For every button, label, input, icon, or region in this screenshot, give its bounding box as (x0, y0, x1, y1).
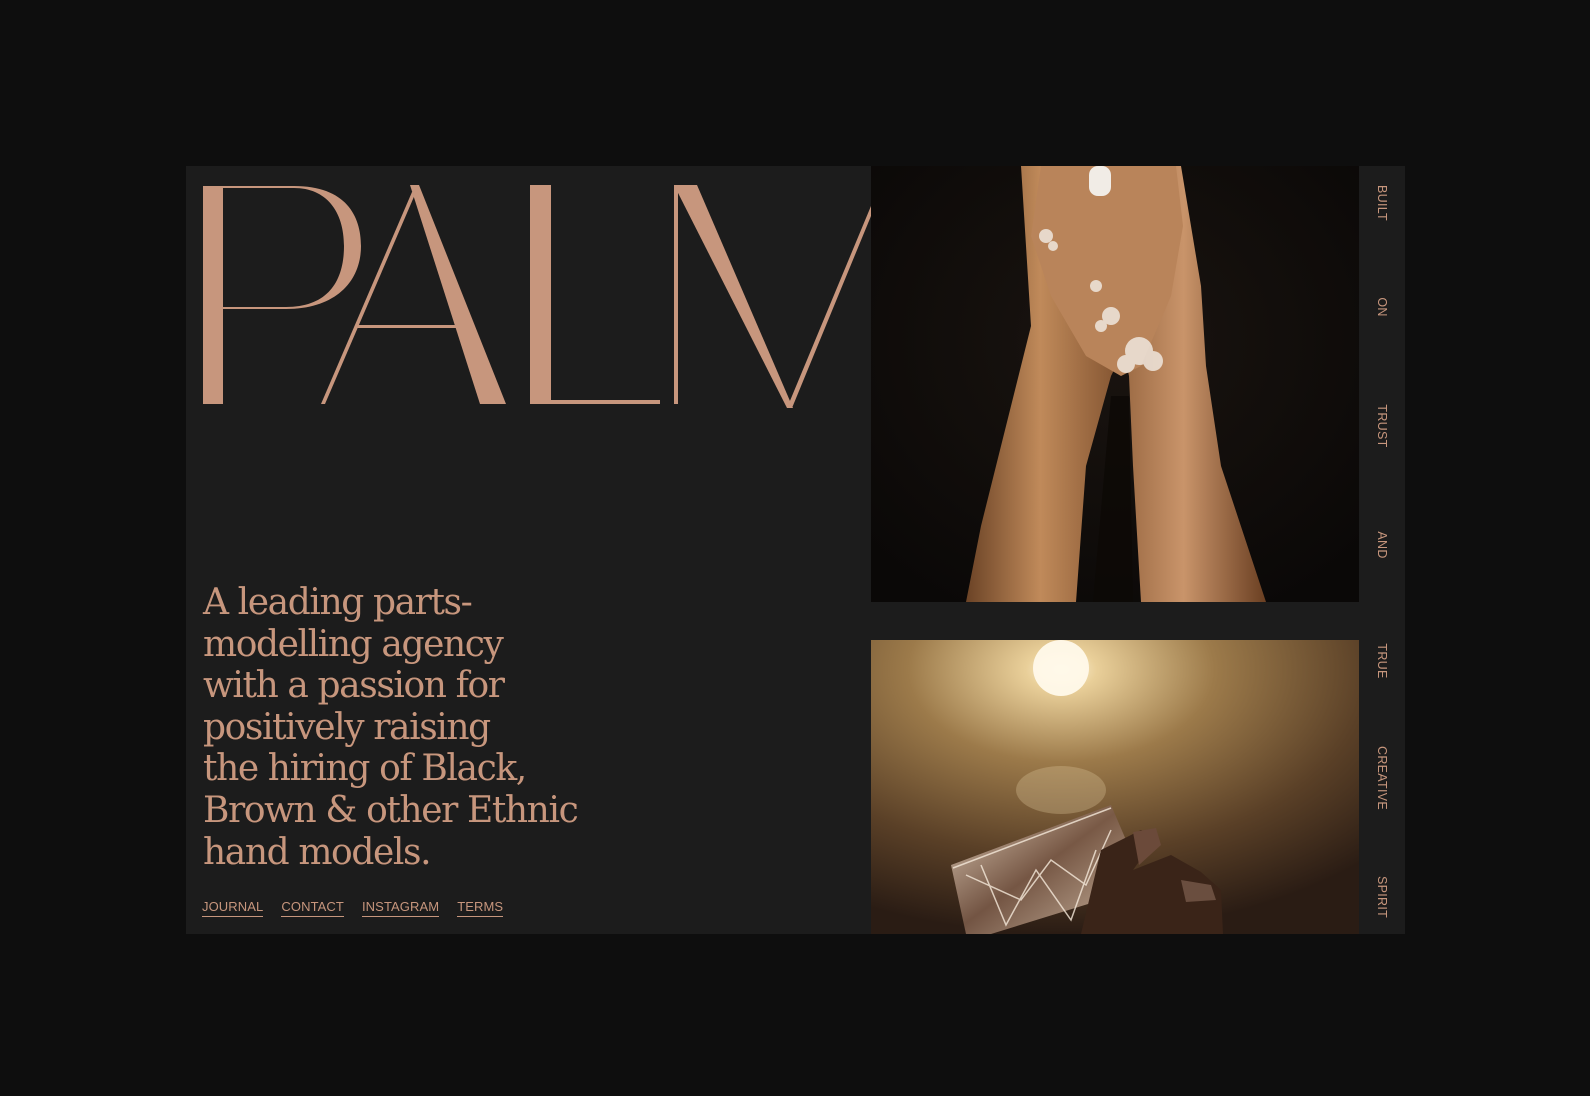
journal-link[interactable]: JOURNAL (202, 899, 264, 917)
contact-link[interactable]: CONTACT (281, 899, 344, 917)
hands-photo (871, 166, 1359, 602)
site-frame: A leading parts- modelling agency with a… (186, 166, 1405, 934)
intro-panel: A leading parts- modelling agency with a… (186, 166, 871, 934)
tagline-line: hand models. (203, 831, 432, 873)
motto-word: BUILT (1375, 185, 1389, 221)
tagline-line: the hiring of Black, (203, 748, 527, 790)
motto-word: TRUST (1375, 404, 1389, 448)
tagline-line: Brown & other Ethnic (203, 789, 579, 831)
motto-word: ON (1375, 297, 1389, 317)
motto-word: SPIRIT (1375, 875, 1389, 919)
motto-word: AND (1375, 531, 1389, 559)
tagline-line: positively raising (203, 706, 491, 748)
crystal-glass-photo (871, 640, 1359, 934)
tagline-line: modelling agency (203, 623, 504, 665)
motto-word: TRUE (1375, 643, 1389, 679)
palm-wordmark-logo[interactable] (186, 166, 871, 426)
footer-nav: JOURNAL CONTACT INSTAGRAM TERMS (202, 899, 504, 917)
tagline-line: A leading parts- (203, 582, 473, 623)
motto-word: CREATIVE (1375, 746, 1389, 810)
tagline-line: with a passion for (203, 665, 505, 707)
terms-link[interactable]: TERMS (457, 899, 504, 917)
instagram-link[interactable]: INSTAGRAM (361, 899, 440, 917)
agency-tagline: A leading parts- modelling agency with a… (203, 582, 593, 873)
vertical-motto: BUILT ON TRUST AND TRUE CREATIVE SPIRIT (1359, 166, 1405, 934)
